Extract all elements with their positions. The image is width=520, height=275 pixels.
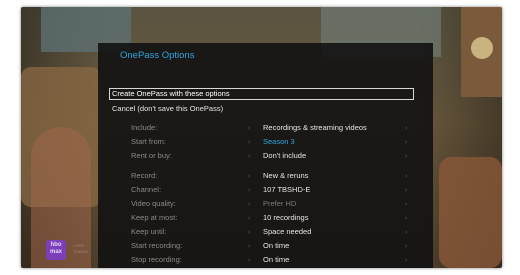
left-arrow-icon[interactable]: ‹ xyxy=(248,184,251,195)
option-value: New & reruns xyxy=(263,171,309,180)
right-arrow-icon[interactable]: › xyxy=(405,170,408,181)
option-row-stop-recording[interactable]: Stop recording: ‹ On time › xyxy=(98,254,433,265)
option-value: On time xyxy=(263,255,290,264)
left-arrow-icon[interactable]: ‹ xyxy=(248,170,251,181)
option-value: 10 recordings xyxy=(263,213,309,222)
right-arrow-icon[interactable]: › xyxy=(405,240,408,251)
channel-logo: hbo max xyxy=(46,240,66,260)
option-value: On time xyxy=(263,241,290,250)
create-onepass-button[interactable]: Create OnePass with these options xyxy=(109,88,414,100)
option-row-video-quality[interactable]: Video quality: ‹ Prefer HD › xyxy=(98,198,433,209)
right-arrow-icon[interactable]: › xyxy=(405,212,408,223)
cancel-onepass-button[interactable]: Cancel (don't save this OnePass) xyxy=(112,104,223,113)
left-arrow-icon[interactable]: ‹ xyxy=(248,240,251,251)
left-arrow-icon[interactable]: ‹ xyxy=(248,122,251,133)
option-label: Keep at most: xyxy=(131,213,178,222)
right-arrow-icon[interactable]: › xyxy=(405,254,408,265)
right-arrow-icon[interactable]: › xyxy=(405,136,408,147)
background-lamp xyxy=(471,37,493,59)
right-arrow-icon[interactable]: › xyxy=(405,122,408,133)
left-arrow-icon[interactable]: ‹ xyxy=(248,254,251,265)
right-arrow-icon[interactable]: › xyxy=(405,184,408,195)
panel-title: OnePass Options xyxy=(120,50,195,61)
right-arrow-icon[interactable]: › xyxy=(405,226,408,237)
option-row-keep-until[interactable]: Keep until: ‹ Space needed › xyxy=(98,226,433,237)
option-value: 107 TBSHD-E xyxy=(263,185,311,194)
option-label: Channel: xyxy=(131,185,162,194)
option-label: Start recording: xyxy=(131,241,183,250)
background-person xyxy=(439,157,502,268)
option-label: Record: xyxy=(131,171,158,180)
option-label: Stop recording: xyxy=(131,255,182,264)
right-arrow-icon[interactable]: › xyxy=(405,198,408,209)
option-label: Keep until: xyxy=(131,227,167,236)
option-label: Start from: xyxy=(131,137,167,146)
left-arrow-icon[interactable]: ‹ xyxy=(248,198,251,209)
option-label: Include: xyxy=(131,123,158,132)
option-row-start-recording[interactable]: Start recording: ‹ On time › xyxy=(98,240,433,251)
logo-line: max xyxy=(49,249,62,255)
option-value: Space needed xyxy=(263,227,312,236)
option-label: Rent or buy: xyxy=(131,151,172,160)
option-value: Don't include xyxy=(263,151,307,160)
left-arrow-icon[interactable]: ‹ xyxy=(248,150,251,161)
option-value: Recordings & streaming videos xyxy=(263,123,367,132)
option-value: Prefer HD xyxy=(263,199,297,208)
option-label: Video quality: xyxy=(131,199,176,208)
option-row-include[interactable]: Include: ‹ Recordings & streaming videos… xyxy=(98,122,433,133)
option-value: Season 3 xyxy=(263,137,295,146)
left-arrow-icon[interactable]: ‹ xyxy=(248,226,251,237)
option-row-channel[interactable]: Channel: ‹ 107 TBSHD-E › xyxy=(98,184,433,195)
option-row-keep-at-most[interactable]: Keep at most: ‹ 10 recordings › xyxy=(98,212,433,223)
logo-line: hbo xyxy=(50,242,62,248)
left-arrow-icon[interactable]: ‹ xyxy=(248,136,251,147)
option-row-rent-or-buy[interactable]: Rent or buy: ‹ Don't include › xyxy=(98,150,433,161)
onepass-options-panel: OnePass Options Create OnePass with thes… xyxy=(98,43,433,268)
logo-subtext: USER TOMOR xyxy=(73,243,88,254)
tv-screen: hbo max USER TOMOR OnePass Options Creat… xyxy=(21,7,502,268)
option-row-start-from[interactable]: Start from: ‹ Season 3 › xyxy=(98,136,433,147)
right-arrow-icon[interactable]: › xyxy=(405,150,408,161)
option-row-record[interactable]: Record: ‹ New & reruns › xyxy=(98,170,433,181)
left-arrow-icon[interactable]: ‹ xyxy=(248,212,251,223)
